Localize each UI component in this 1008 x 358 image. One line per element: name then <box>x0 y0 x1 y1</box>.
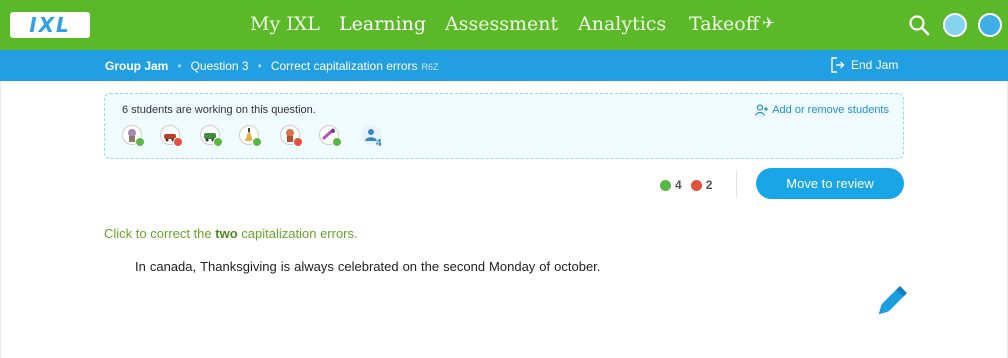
incorrect-badge-icon <box>173 137 183 147</box>
takeoff-plane-icon: ✈ <box>762 14 775 32</box>
sentence-word[interactable]: the <box>421 259 439 274</box>
instruction-emphasis: two <box>215 226 238 241</box>
student-avatar-5-icon[interactable] <box>280 125 303 147</box>
teacher-avatar-icon[interactable] <box>943 13 967 37</box>
logo-text: IXL <box>29 13 71 37</box>
nav-takeoff[interactable]: Takeoff ✈ <box>689 13 775 35</box>
incorrect-count: 2 <box>705 178 713 192</box>
student-avatar-1-icon[interactable] <box>122 125 145 147</box>
incorrect-badge-icon <box>293 137 303 147</box>
student-avatar-3-icon[interactable] <box>200 125 223 147</box>
page-border-left <box>0 81 1 358</box>
correct-badge-icon <box>252 137 262 147</box>
sentence-word[interactable]: october. <box>554 259 600 274</box>
skill-code: R6Z <box>421 62 439 72</box>
add-person-icon <box>755 104 769 116</box>
sentence-word[interactable]: is <box>281 259 290 274</box>
question-sentence: In canada, Thanksgiving is always celebr… <box>135 259 604 274</box>
breadcrumb-skill: Correct capitalization errors <box>270 59 418 73</box>
sentence-word[interactable]: celebrated <box>338 259 399 274</box>
end-jam-button[interactable]: End Jam <box>831 57 898 73</box>
sentence-word[interactable]: Thanksgiving <box>200 259 277 274</box>
breadcrumb-question: Question 3 <box>190 59 249 73</box>
correct-check-icon <box>660 179 671 191</box>
sentence-word[interactable]: on <box>403 259 417 274</box>
question-instruction: Click to correct the two capitalization … <box>104 226 358 241</box>
add-remove-students-link[interactable]: Add or remove students <box>755 104 889 116</box>
end-jam-label: End Jam <box>851 58 899 72</box>
sentence-word[interactable]: second <box>443 259 485 274</box>
correct-count: 4 <box>675 178 682 192</box>
instruction-suffix: capitalization errors. <box>241 226 358 241</box>
sentence-word[interactable]: In <box>135 259 146 274</box>
sentence-word[interactable]: canada, <box>150 259 196 274</box>
nav-learning[interactable]: Learning <box>339 13 426 35</box>
nav-analytics[interactable]: Analytics <box>578 13 666 35</box>
breadcrumb-separator: • <box>177 59 182 73</box>
correct-badge-icon <box>213 137 223 147</box>
correct-badge-icon <box>135 137 145 147</box>
move-to-review-button[interactable]: Move to review <box>756 168 904 199</box>
student-avatar-2-icon[interactable] <box>160 125 183 147</box>
incorrect-x-icon <box>690 179 702 191</box>
student-avatar-4-icon[interactable] <box>239 125 262 147</box>
divider <box>736 170 737 198</box>
breadcrumb-separator: • <box>257 59 262 73</box>
search-icon[interactable] <box>908 14 930 36</box>
sentence-word[interactable]: Monday <box>489 259 535 274</box>
profile-avatar-icon[interactable] <box>978 13 1002 37</box>
more-students-count: 4 <box>376 138 382 149</box>
breadcrumb: Group Jam • Question 3 • Correct capital… <box>105 59 439 73</box>
students-status-text: 6 students are working on this question. <box>122 104 316 116</box>
nav-assessment[interactable]: Assessment <box>445 13 558 35</box>
answer-summary: 4 2 <box>660 178 712 192</box>
breadcrumb-group-jam[interactable]: Group Jam <box>105 59 168 73</box>
breadcrumb-bar: Group Jam • Question 3 • Correct capital… <box>0 50 1008 81</box>
nav-takeoff-label: Takeoff <box>689 13 760 35</box>
nav-my-ixl[interactable]: My IXL <box>250 13 320 35</box>
sentence-word[interactable]: always <box>294 259 334 274</box>
correct-badge-icon <box>332 137 342 147</box>
ixl-logo[interactable]: IXL <box>10 12 90 38</box>
top-nav: IXL My IXL Learning Assessment Analytics… <box>0 0 1008 50</box>
student-avatar-6-icon[interactable] <box>319 125 342 147</box>
instruction-prefix: Click to correct the <box>104 226 212 241</box>
sentence-word[interactable]: of <box>539 259 550 274</box>
exit-icon <box>831 57 845 73</box>
pencil-icon <box>878 286 907 315</box>
students-panel: 6 students are working on this question.… <box>104 93 904 159</box>
add-remove-students-label: Add or remove students <box>772 104 889 116</box>
